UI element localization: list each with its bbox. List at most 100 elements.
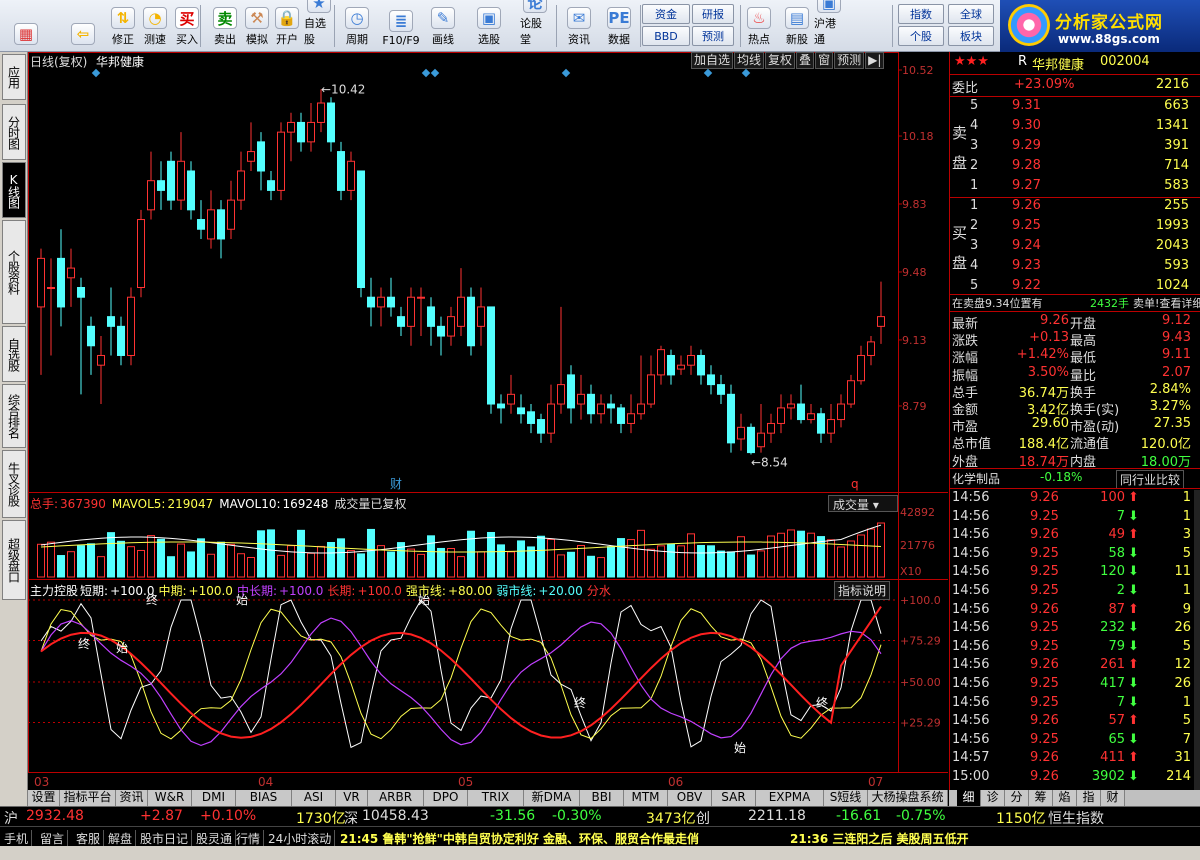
- candle-body[interactable]: [407, 296, 415, 327]
- candle-body[interactable]: [617, 407, 625, 424]
- status-link[interactable]: 24小时滚动: [268, 830, 336, 847]
- toolbar-hammer-button[interactable]: ⚒ 模拟: [242, 2, 272, 50]
- indicator-tab[interactable]: OBV: [668, 790, 712, 806]
- candle-body[interactable]: [317, 102, 325, 123]
- candle-body[interactable]: [857, 354, 865, 382]
- toolbar-sell-button[interactable]: 卖卖出: [210, 2, 240, 50]
- toolbar-pe-button[interactable]: PE 数据: [604, 2, 634, 50]
- left-tab-4[interactable]: 自选股: [2, 326, 26, 382]
- candle-body[interactable]: [507, 393, 515, 405]
- candle-body[interactable]: [867, 341, 875, 356]
- news-headline[interactable]: 21:45 鲁韩"抢鲜"中韩自贸协定利好 金融、环保、服贸合作最走俏: [340, 830, 699, 847]
- candle-body[interactable]: [177, 160, 185, 201]
- indicator-tab[interactable]: EXPMA: [756, 790, 824, 806]
- back-arrow-button[interactable]: ⇦: [66, 2, 100, 50]
- indicator-tab[interactable]: ASI: [292, 790, 336, 806]
- candle-body[interactable]: [327, 102, 335, 143]
- candle-body[interactable]: [727, 393, 735, 444]
- buy-price[interactable]: 9.26: [1012, 198, 1041, 213]
- left-tab-6[interactable]: 牛叉诊股: [2, 450, 26, 518]
- candle-body[interactable]: [67, 267, 75, 279]
- candle-body[interactable]: [347, 160, 355, 191]
- toolbar-select-button[interactable]: ▣ 选股: [474, 2, 504, 50]
- toolbar-news-button[interactable]: ✉ 资讯: [564, 2, 594, 50]
- status-link[interactable]: 股灵通: [196, 830, 237, 847]
- toolbar-lock-button[interactable]: 🔒 开户: [272, 2, 302, 50]
- sell-price[interactable]: 9.30: [1012, 118, 1041, 133]
- scrollbar[interactable]: [1194, 490, 1200, 790]
- event-diamond-icon[interactable]: [421, 68, 431, 78]
- event-diamond-icon[interactable]: [561, 68, 571, 78]
- toolbar-fire-button[interactable]: ♨ 热点: [744, 2, 774, 50]
- industry-compare-button[interactable]: 同行业比较: [1116, 470, 1185, 489]
- toolbar-small-button[interactable]: 板块: [948, 26, 994, 46]
- q-marker[interactable]: q: [851, 477, 859, 491]
- candle-body[interactable]: [187, 170, 195, 211]
- indicator-tab[interactable]: ARBR: [368, 790, 424, 806]
- indicator-tab[interactable]: DMI: [192, 790, 236, 806]
- candle-body[interactable]: [367, 296, 375, 308]
- candle-body[interactable]: [757, 432, 765, 448]
- right-tab[interactable]: 诊: [981, 790, 1005, 806]
- toolbar-small-button[interactable]: 指数: [898, 4, 944, 24]
- candle-body[interactable]: [37, 257, 45, 308]
- candle-body[interactable]: [827, 419, 835, 434]
- candle-body[interactable]: [167, 160, 175, 201]
- indicator-tab[interactable]: MTM: [624, 790, 668, 806]
- toolbar-hk-button[interactable]: ▣ 沪港通: [814, 0, 844, 50]
- candle-body[interactable]: [517, 407, 525, 415]
- indicator-help-button[interactable]: 指标说明: [834, 581, 891, 600]
- candle-body[interactable]: [57, 257, 65, 308]
- buy-price[interactable]: 9.22: [1012, 278, 1041, 293]
- left-tab-0[interactable]: 应用: [2, 54, 26, 100]
- toolbar-small-button[interactable]: 个股: [898, 26, 944, 46]
- buy-price[interactable]: 9.23: [1012, 258, 1041, 273]
- sell-price[interactable]: 9.28: [1012, 158, 1041, 173]
- chart-button-0[interactable]: 加自选: [691, 52, 734, 69]
- candle-body[interactable]: [777, 407, 785, 424]
- candle-body[interactable]: [267, 180, 275, 191]
- left-tab-1[interactable]: 分时图: [2, 104, 26, 160]
- candle-body[interactable]: [457, 296, 465, 327]
- candle-body[interactable]: [567, 374, 575, 409]
- candle-body[interactable]: [127, 296, 135, 356]
- left-tab-3[interactable]: 个股资料: [2, 220, 26, 324]
- indicator-tab[interactable]: VR: [336, 790, 368, 806]
- indicator-tab[interactable]: 大杨操盘系统: [868, 790, 948, 806]
- candle-body[interactable]: [807, 413, 815, 421]
- toolbar-small-button[interactable]: 资金: [642, 4, 690, 24]
- volume-select[interactable]: 成交量 ▾: [828, 495, 898, 512]
- candle-body[interactable]: [247, 151, 255, 162]
- right-tab[interactable]: 分: [1005, 790, 1029, 806]
- toolbar-discuss-button[interactable]: 论论股堂: [520, 0, 550, 50]
- candle-body[interactable]: [47, 287, 55, 290]
- toolbar-pen-button[interactable]: ✎ 画线: [428, 2, 458, 50]
- candle-body[interactable]: [747, 426, 755, 454]
- candle-body[interactable]: [737, 426, 745, 440]
- sell-price[interactable]: 9.31: [1012, 98, 1041, 113]
- toolbar-small-button[interactable]: 研报: [692, 4, 734, 24]
- toolbar-buy-button[interactable]: 买买入: [172, 2, 202, 50]
- candle-body[interactable]: [337, 151, 345, 191]
- candle-body[interactable]: [537, 419, 545, 434]
- indicator-tab[interactable]: 指标平台: [60, 790, 116, 806]
- candle-body[interactable]: [427, 306, 435, 327]
- status-link[interactable]: 手机: [4, 830, 33, 847]
- event-diamond-icon[interactable]: [703, 68, 713, 78]
- candle-body[interactable]: [377, 296, 385, 308]
- candle-body[interactable]: [307, 121, 315, 143]
- candle-body[interactable]: [437, 325, 445, 337]
- toolbar-clock-button[interactable]: ◷ 周期: [342, 2, 372, 50]
- chart-button-5[interactable]: 预测: [834, 52, 865, 69]
- right-tab[interactable]: 筹: [1029, 790, 1053, 806]
- candle-body[interactable]: [707, 374, 715, 386]
- right-tab[interactable]: 指: [1077, 790, 1101, 806]
- candle-body[interactable]: [627, 413, 635, 424]
- indicator-tab[interactable]: DPO: [424, 790, 468, 806]
- candle-body[interactable]: [687, 354, 695, 366]
- candle-body[interactable]: [417, 296, 425, 299]
- candle-body[interactable]: [157, 180, 165, 191]
- event-diamond-icon[interactable]: [430, 68, 440, 78]
- candle-body[interactable]: [277, 131, 285, 191]
- finance-marker[interactable]: 财: [390, 477, 402, 491]
